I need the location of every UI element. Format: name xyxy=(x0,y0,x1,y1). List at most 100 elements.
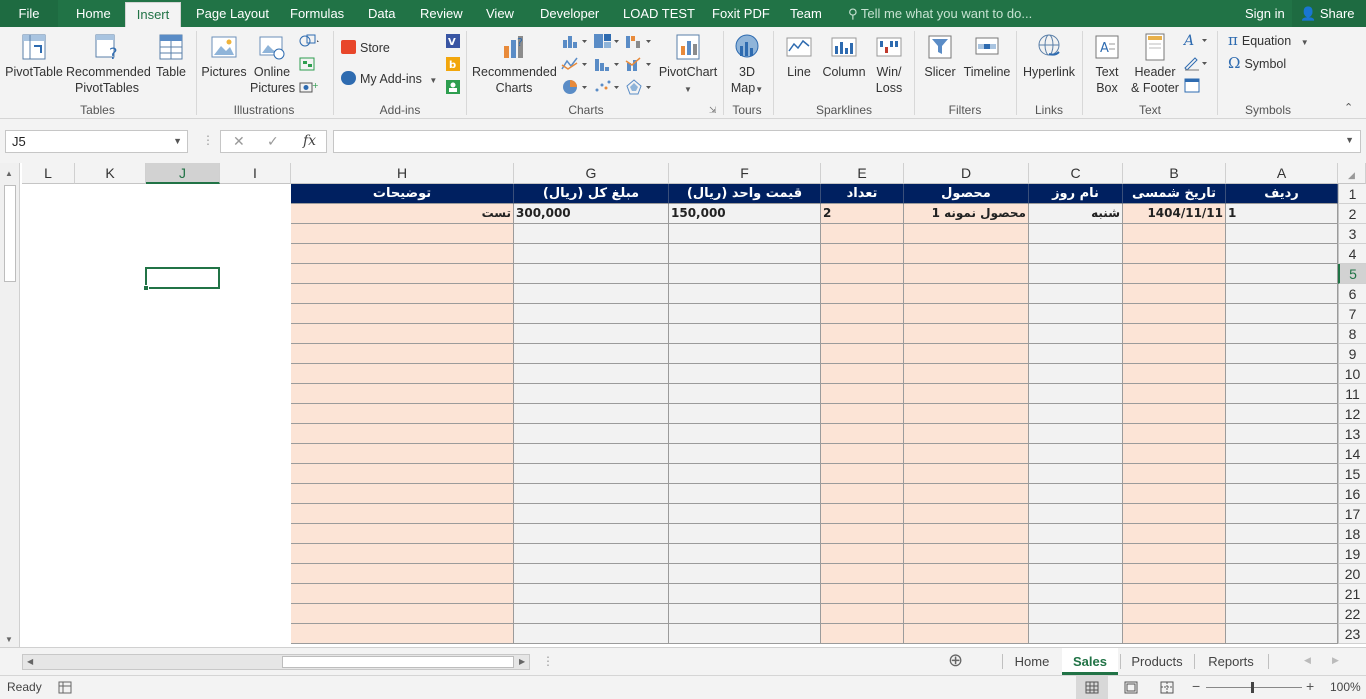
name-box[interactable]: J5 ▼ xyxy=(5,130,188,153)
table-cell[interactable] xyxy=(669,624,821,644)
hyperlink-button[interactable]: Hyperlink xyxy=(1021,32,1077,80)
table-cell[interactable] xyxy=(821,504,904,524)
table-cell[interactable] xyxy=(1226,304,1338,324)
column-header-d[interactable]: D xyxy=(904,163,1029,184)
tab-home[interactable]: Home xyxy=(76,0,111,27)
table-cell[interactable] xyxy=(1226,384,1338,404)
row-header-20[interactable]: 20 xyxy=(1338,564,1366,584)
table-cell[interactable] xyxy=(1029,564,1123,584)
table-cell[interactable] xyxy=(514,404,669,424)
table-cell[interactable] xyxy=(514,464,669,484)
table-cell[interactable] xyxy=(821,404,904,424)
table-cell[interactable] xyxy=(1029,364,1123,384)
enter-icon[interactable]: ✓ xyxy=(267,131,279,152)
table-cell[interactable] xyxy=(1029,404,1123,424)
table-cell[interactable] xyxy=(821,324,904,344)
table-cell[interactable] xyxy=(669,304,821,324)
sparkline-column-button[interactable]: Column xyxy=(820,32,868,80)
page-break-view-icon[interactable] xyxy=(1160,681,1174,694)
table-cell[interactable] xyxy=(291,364,514,384)
sheet-tab-sales[interactable]: Sales xyxy=(1062,648,1118,675)
table-cell[interactable] xyxy=(821,564,904,584)
table-cell[interactable] xyxy=(669,504,821,524)
table-cell[interactable] xyxy=(669,604,821,624)
combo-chart-icon[interactable] xyxy=(624,55,654,73)
table-cell[interactable] xyxy=(1226,524,1338,544)
table-cell[interactable] xyxy=(1029,544,1123,564)
table-cell[interactable] xyxy=(669,404,821,424)
sheet-tab-home[interactable]: Home xyxy=(1004,648,1060,675)
table-cell[interactable] xyxy=(669,544,821,564)
row-header-6[interactable]: 6 xyxy=(1338,284,1366,304)
row-header-18[interactable]: 18 xyxy=(1338,524,1366,544)
add-sheet-icon[interactable]: ⊕ xyxy=(948,650,963,671)
table-cell[interactable] xyxy=(904,524,1029,544)
table-cell[interactable] xyxy=(514,484,669,504)
tab-load-test[interactable]: LOAD TEST xyxy=(623,0,695,27)
table-cell[interactable] xyxy=(514,284,669,304)
row-header-13[interactable]: 13 xyxy=(1338,424,1366,444)
scroll-right-icon[interactable]: ▶ xyxy=(519,655,525,669)
table-cell[interactable] xyxy=(669,444,821,464)
dialog-launcher-icon[interactable]: ⇲ xyxy=(709,105,717,116)
table-cell[interactable] xyxy=(514,344,669,364)
table-cell[interactable] xyxy=(1123,484,1226,504)
table-header-cell[interactable]: محصول xyxy=(904,184,1029,204)
table-header-cell[interactable]: تعداد xyxy=(821,184,904,204)
zoom-in-icon[interactable]: + xyxy=(1306,678,1314,694)
row-header-7[interactable]: 7 xyxy=(1338,304,1366,324)
table-cell[interactable] xyxy=(514,264,669,284)
table-cell[interactable] xyxy=(291,264,514,284)
text-box-button[interactable]: A Text Box xyxy=(1088,32,1126,96)
radar-chart-icon[interactable] xyxy=(624,78,654,96)
drag-handle-icon[interactable]: ⋮ xyxy=(202,133,214,147)
table-cell[interactable] xyxy=(1029,304,1123,324)
signature-line-icon[interactable] xyxy=(1182,54,1212,72)
table-cell[interactable] xyxy=(821,524,904,544)
recommended-pivottables-button[interactable]: ? Recommended PivotTables xyxy=(66,32,151,96)
table-cell[interactable] xyxy=(514,544,669,564)
row-header-16[interactable]: 16 xyxy=(1338,484,1366,504)
table-cell[interactable] xyxy=(904,424,1029,444)
3d-map-button[interactable]: 3D Map▼ xyxy=(727,32,767,98)
scroll-left-icon[interactable]: ◀ xyxy=(27,655,33,669)
store-button[interactable]: Store xyxy=(341,39,390,57)
table-cell[interactable] xyxy=(514,624,669,644)
row-header-14[interactable]: 14 xyxy=(1338,444,1366,464)
table-cell[interactable] xyxy=(1123,344,1226,364)
table-cell[interactable] xyxy=(669,564,821,584)
table-cell[interactable] xyxy=(1029,424,1123,444)
row-header-10[interactable]: 10 xyxy=(1338,364,1366,384)
tab-file[interactable]: File xyxy=(0,0,58,27)
row-header-17[interactable]: 17 xyxy=(1338,504,1366,524)
column-header-a[interactable]: A xyxy=(1226,163,1338,184)
table-cell[interactable] xyxy=(904,444,1029,464)
table-cell[interactable] xyxy=(669,464,821,484)
row-header-1[interactable]: 1 xyxy=(1338,184,1366,204)
table-cell[interactable] xyxy=(1029,484,1123,504)
tab-page-layout[interactable]: Page Layout xyxy=(196,0,269,27)
table-cell[interactable]: 150,000 xyxy=(669,204,821,224)
split-handle-icon[interactable]: ⋮ xyxy=(542,654,554,668)
table-cell[interactable] xyxy=(904,504,1029,524)
table-cell[interactable] xyxy=(1029,244,1123,264)
table-cell[interactable] xyxy=(1226,544,1338,564)
zoom-level[interactable]: 100% xyxy=(1330,680,1361,694)
scatter-chart-icon[interactable] xyxy=(592,78,622,96)
table-cell[interactable] xyxy=(291,444,514,464)
column-header-e[interactable]: E xyxy=(821,163,904,184)
table-cell[interactable] xyxy=(1029,524,1123,544)
table-cell[interactable] xyxy=(904,464,1029,484)
table-cell[interactable] xyxy=(1226,464,1338,484)
table-cell[interactable] xyxy=(1226,484,1338,504)
table-cell[interactable] xyxy=(514,604,669,624)
table-cell[interactable] xyxy=(514,564,669,584)
table-cell[interactable] xyxy=(1226,284,1338,304)
table-cell[interactable]: 1 xyxy=(1226,204,1338,224)
table-cell[interactable] xyxy=(1123,404,1226,424)
table-cell[interactable] xyxy=(1226,224,1338,244)
formula-input[interactable]: ▼ xyxy=(333,130,1361,153)
row-header-23[interactable]: 23 xyxy=(1338,624,1366,644)
table-cell[interactable] xyxy=(291,224,514,244)
table-cell[interactable] xyxy=(1226,584,1338,604)
